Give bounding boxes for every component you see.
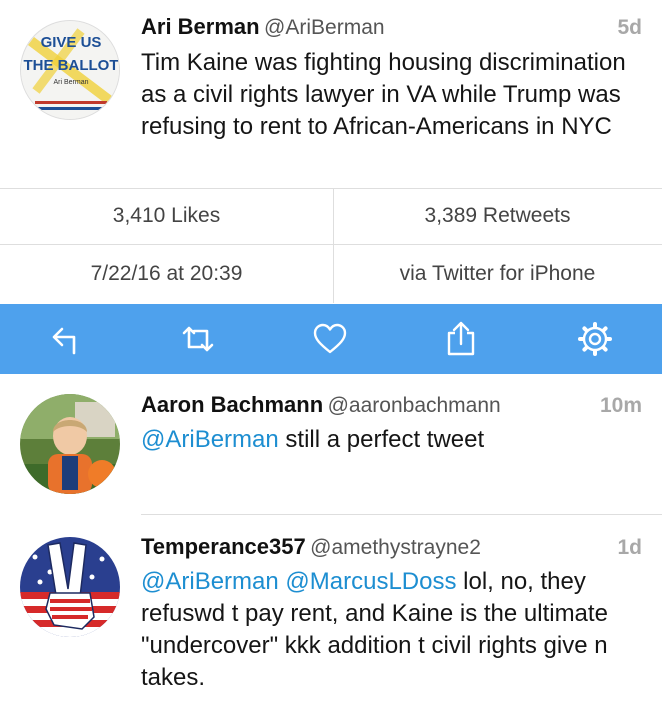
reply-text: @AriBerman @MarcusLDoss lol, no, they re…: [141, 566, 641, 694]
mention-link[interactable]: @AriBerman @MarcusLDoss: [141, 568, 456, 595]
tweet-source: via Twitter for iPhone: [399, 262, 596, 285]
give-us-the-ballot-avatar: GIVE US THE BALLOT Ari Berman: [21, 21, 119, 119]
reply-icon[interactable]: [48, 321, 84, 357]
avatar[interactable]: [20, 394, 120, 494]
retweet-icon[interactable]: [180, 321, 216, 357]
reply-tweet: Aaron Bachmann @aaronbachmann 10m @AriBe…: [0, 374, 662, 514]
divider: [0, 244, 662, 245]
avatar-text-line1: GIVE US: [41, 34, 102, 51]
child-photo-avatar: [20, 394, 120, 494]
peace-hand-flag-avatar: [20, 537, 120, 637]
divider: [0, 188, 662, 189]
author-name[interactable]: Ari Berman: [141, 14, 260, 39]
reply-tweet: Temperance357 @amethystrayne2 1d @AriBer…: [0, 515, 662, 702]
likes-count[interactable]: 3,410 Likes: [0, 204, 333, 228]
author-handle[interactable]: @aaronbachmann: [328, 394, 501, 417]
reply-time: 1d: [617, 536, 642, 559]
reply-text: @AriBerman still a perfect tweet: [141, 424, 641, 456]
action-bar: [0, 304, 662, 374]
mention-link[interactable]: @AriBerman: [141, 426, 279, 453]
main-tweet-header: Ari Berman @AriBerman: [141, 14, 385, 40]
author-name[interactable]: Temperance357: [141, 534, 306, 559]
main-tweet: GIVE US THE BALLOT Ari Berman Ari Berman…: [0, 0, 662, 188]
reply-time: 10m: [599, 394, 642, 417]
reply-text-body: still a perfect tweet: [278, 426, 485, 453]
share-icon[interactable]: [443, 321, 479, 357]
avatar-text-line3: Ari Berman: [53, 79, 88, 86]
tweet-text: Tim Kaine was fighting housing discrimin…: [141, 49, 626, 140]
avatar[interactable]: GIVE US THE BALLOT Ari Berman: [20, 20, 120, 120]
author-name[interactable]: Aaron Bachmann: [141, 392, 323, 417]
heart-icon[interactable]: [312, 321, 348, 357]
tweet-date: 7/22/16 at 20:39: [90, 262, 243, 285]
author-handle[interactable]: @amethystrayne2: [310, 536, 481, 559]
tweet-time: 5d: [617, 16, 642, 39]
avatar-text-line2: THE BALLOT: [24, 57, 119, 74]
retweets-count[interactable]: 3,389 Retweets: [333, 204, 662, 228]
avatar[interactable]: [20, 537, 120, 637]
gear-icon[interactable]: [577, 321, 613, 357]
author-handle[interactable]: @AriBerman: [264, 16, 385, 39]
reply-header: Aaron Bachmann @aaronbachmann: [141, 392, 501, 418]
reply-header: Temperance357 @amethystrayne2: [141, 534, 481, 560]
